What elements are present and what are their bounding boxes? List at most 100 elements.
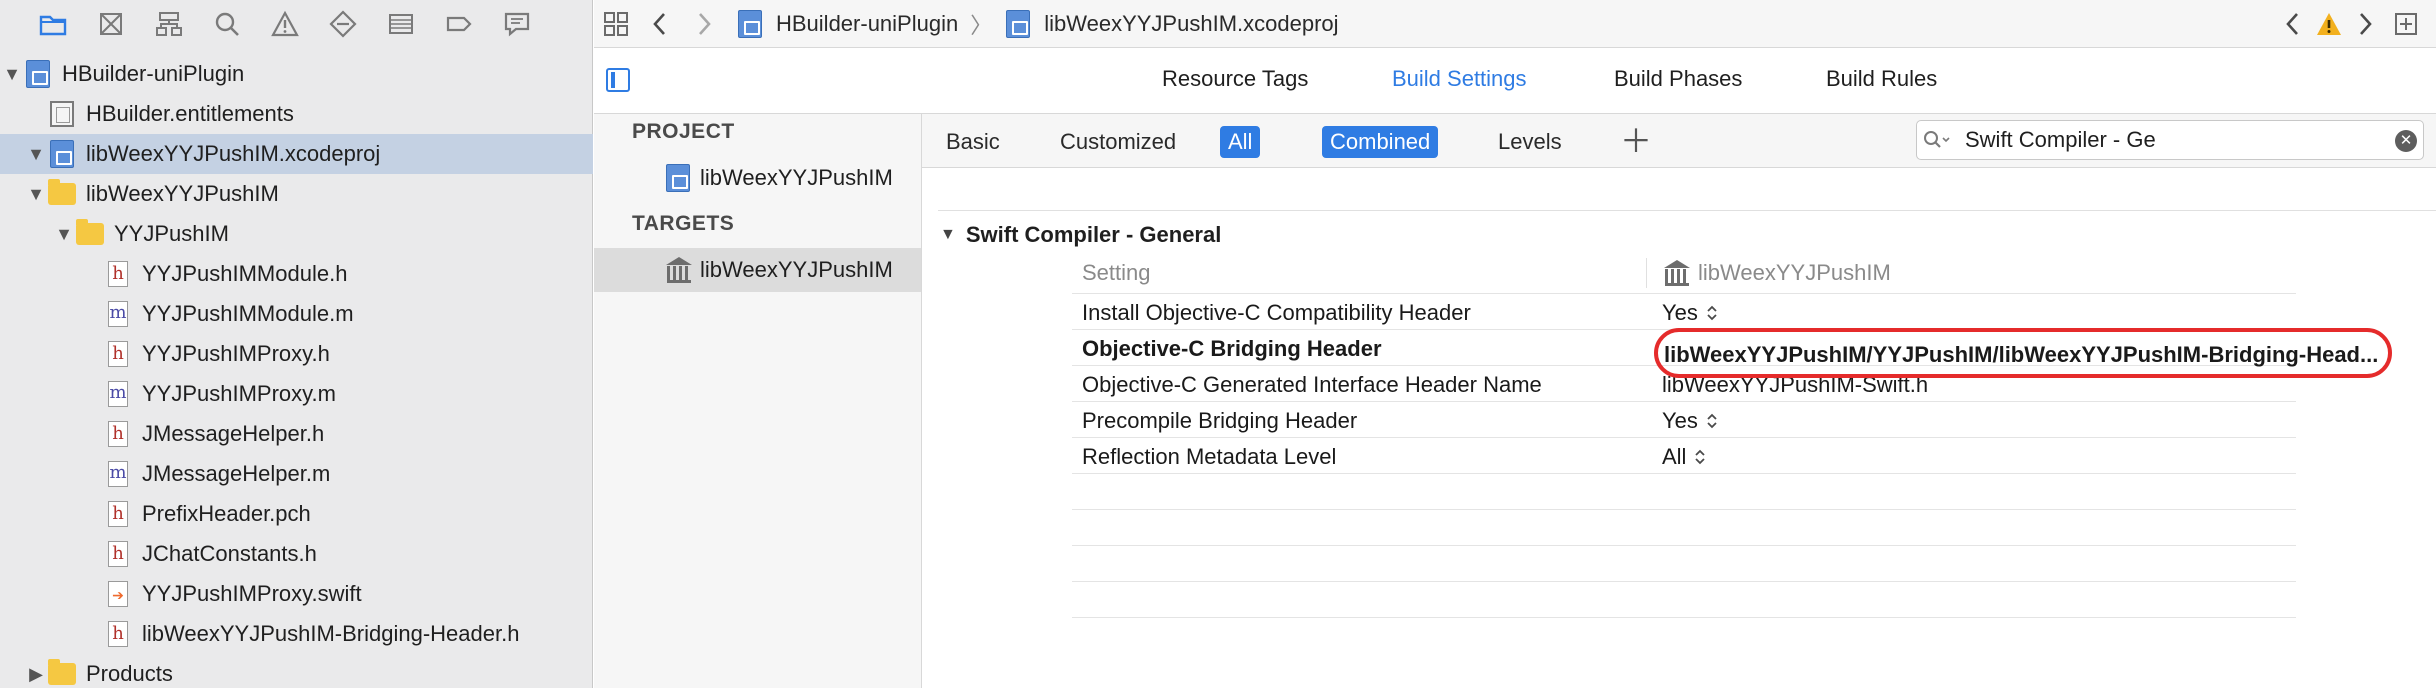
add-editor-icon[interactable] (2386, 0, 2426, 48)
settings-group-header[interactable]: ▼ Swift Compiler - General (940, 222, 1221, 248)
disclosure-triangle-icon[interactable]: ▼ (940, 226, 956, 244)
editor-top-bar: HBuilder-uniPlugin 〉 libWeexYYJPushIM.xc… (594, 0, 2436, 48)
tree-row[interactable]: HBuilder.entitlements (0, 94, 593, 134)
tree-row-label: libWeexYYJPushIM-Bridging-Header.h (142, 621, 520, 646)
build-settings-editor: Basic Customized All Combined Levels ＋ ✕… (922, 114, 2436, 688)
search-icon[interactable] (198, 0, 256, 48)
tree-row[interactable]: m YYJPushIMProxy.m (0, 374, 593, 414)
setting-value[interactable]: libWeexYYJPushIM-Swift.h (1662, 372, 1928, 398)
disclosure-triangle-icon[interactable]: ▼ (24, 174, 48, 214)
setting-name: Objective-C Generated Interface Header N… (1082, 372, 1542, 397)
tree-row[interactable]: h YYJPushIMProxy.h (0, 334, 593, 374)
warning-badge-icon[interactable] (2314, 0, 2344, 48)
add-setting-plus-icon[interactable]: ＋ (1620, 122, 1652, 160)
report-icon[interactable] (488, 0, 546, 48)
setting-row[interactable]: Objective-C Generated Interface Header N… (1072, 366, 2296, 402)
jump-bar-project[interactable]: HBuilder-uniPlugin (776, 11, 958, 37)
tree-row[interactable]: ▼ HBuilder-uniPlugin (0, 54, 593, 94)
tab-build-settings[interactable]: Build Settings (1392, 66, 1527, 92)
breakpoint-icon[interactable] (430, 0, 488, 48)
tree-row[interactable]: m YYJPushIMModule.m (0, 294, 593, 334)
setting-value-text: All (1662, 444, 1687, 469)
forward-chevron-icon[interactable] (682, 0, 726, 48)
filter-customized[interactable]: Customized (1052, 126, 1184, 158)
empty-row (1072, 546, 2296, 582)
project-section-header: PROJECT (632, 120, 735, 143)
tab-build-rules[interactable]: Build Rules (1826, 66, 1937, 92)
setting-value[interactable]: Yes (1662, 408, 1718, 434)
project-icon (24, 60, 52, 88)
setting-row[interactable]: Install Objective-C Compatibility Header… (1072, 294, 2296, 330)
jump-bar-separator: 〉 (970, 12, 993, 38)
test-icon[interactable] (314, 0, 372, 48)
tree-row[interactable]: h libWeexYYJPushIM-Bridging-Header.h (0, 614, 593, 654)
disclosure-triangle-icon[interactable]: ▼ (0, 54, 24, 94)
project-navigator: ▼ HBuilder-uniPlugin HBuilder.entitlements… (0, 0, 593, 688)
tree-row-label: YYJPushIMProxy.swift (142, 581, 362, 606)
tree-row[interactable]: ▼ libWeexYYJPushIM.xcodeproj (0, 134, 593, 174)
tree-row[interactable]: ▼ libWeexYYJPushIM (0, 174, 593, 214)
tree-row[interactable]: m JMessageHelper.m (0, 454, 593, 494)
target-item[interactable]: libWeexYYJPushIM (594, 248, 921, 292)
tree-row[interactable]: h JChatConstants.h (0, 534, 593, 574)
search-input[interactable] (1957, 127, 2377, 153)
debug-icon[interactable] (372, 0, 430, 48)
header-target: libWeexYYJPushIM (1662, 260, 1891, 286)
tree-row[interactable]: ▶ Products (0, 654, 593, 688)
filter-all[interactable]: All (1220, 126, 1261, 158)
file-tree: ▼ HBuilder-uniPlugin HBuilder.entitlements… (0, 54, 593, 688)
setting-value-text: Yes (1662, 300, 1698, 325)
objc-file-icon: m (104, 300, 132, 328)
folder-icon (48, 659, 76, 688)
clear-search-icon[interactable]: ✕ (2395, 130, 2417, 152)
tree-row-label: HBuilder.entitlements (86, 101, 294, 126)
bridging-header-value[interactable]: libWeexYYJPushIM/YYJPushIM/libWeexYYJPus… (1664, 342, 2428, 368)
grid-icon[interactable] (594, 0, 638, 48)
setting-value[interactable]: All (1662, 444, 1706, 470)
project-item[interactable]: libWeexYYJPushIM (594, 156, 921, 200)
stepper-chevron-icon[interactable] (1706, 412, 1718, 430)
source-control-icon[interactable] (82, 0, 140, 48)
settings-table: Setting libWeexYYJPushIM Install Objecti… (1072, 254, 2296, 618)
next-issue-chevron-icon[interactable] (2350, 0, 2380, 48)
setting-row[interactable]: Reflection Metadata Level All (1072, 438, 2296, 474)
setting-value[interactable]: Yes (1662, 300, 1718, 326)
navigator-toolbar (0, 0, 593, 48)
sidebar-toggle-icon[interactable] (606, 68, 630, 92)
tree-row[interactable]: ▼ YYJPushIM (0, 214, 593, 254)
back-chevron-icon[interactable] (638, 0, 682, 48)
filter-combined[interactable]: Combined (1322, 126, 1439, 158)
tree-row[interactable]: ➔ YYJPushIMProxy.swift (0, 574, 593, 614)
disclosure-triangle-icon[interactable]: ▼ (52, 214, 76, 254)
filter-levels[interactable]: Levels (1490, 126, 1570, 158)
stepper-chevron-icon[interactable] (1694, 448, 1706, 466)
tree-row-label: PrefixHeader.pch (142, 501, 311, 526)
column-divider (1646, 258, 1647, 288)
disclosure-triangle-icon[interactable]: ▶ (24, 654, 48, 688)
disclosure-triangle-icon[interactable]: ▼ (24, 134, 48, 174)
folder-icon[interactable] (24, 0, 82, 48)
stepper-chevron-icon[interactable] (1706, 304, 1718, 322)
tree-row-label: YYJPushIMModule.m (142, 301, 354, 326)
jump-bar-file[interactable]: libWeexYYJPushIM.xcodeproj (1044, 11, 1338, 37)
search-field[interactable]: ✕ (1916, 120, 2424, 160)
tab-resource-tags[interactable]: Resource Tags (1162, 66, 1308, 92)
tab-build-phases[interactable]: Build Phases (1614, 66, 1742, 92)
warning-icon[interactable] (256, 0, 314, 48)
previous-issue-chevron-icon[interactable] (2278, 0, 2308, 48)
filter-basic[interactable]: Basic (938, 126, 1008, 158)
project-icon (736, 9, 764, 38)
setting-row[interactable]: Precompile Bridging Header Yes (1072, 402, 2296, 438)
tree-row[interactable]: h JMessageHelper.h (0, 414, 593, 454)
tree-row[interactable]: h YYJPushIMModule.h (0, 254, 593, 294)
tree-row[interactable]: h PrefixHeader.pch (0, 494, 593, 534)
hierarchy-icon[interactable] (140, 0, 198, 48)
objc-file-icon: m (104, 380, 132, 408)
header-target-label: libWeexYYJPushIM (1698, 260, 1891, 285)
